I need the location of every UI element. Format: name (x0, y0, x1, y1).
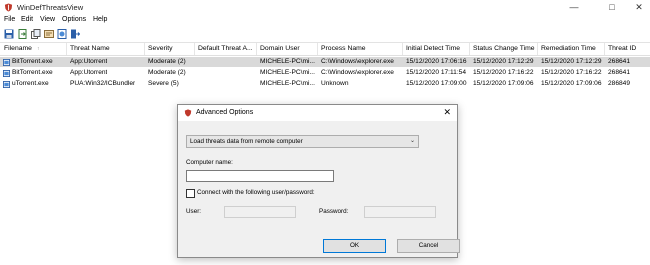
column-header-threat-name[interactable]: Threat Name (70, 45, 110, 52)
dialog-close-icon[interactable]: ✕ (443, 107, 451, 118)
cell-initial-detect-time: 15/12/2020 17:06:16 (406, 58, 467, 65)
menu-options[interactable]: Options (62, 16, 86, 23)
computer-name-label: Computer name: (186, 159, 233, 166)
password-label: Password: (319, 208, 349, 215)
maximize-button[interactable]: □ (597, 0, 627, 15)
connect-credentials-label: Connect with the following user/password… (197, 189, 315, 196)
cell-process-name: Unknown (321, 80, 349, 87)
app-shield-icon (4, 3, 13, 12)
column-header-process-name[interactable]: Process Name (321, 45, 366, 52)
advanced-options-dialog: Advanced Options ✕ Load threats data fro… (177, 104, 460, 258)
column-header-filename[interactable]: Filename (4, 45, 32, 52)
window-title: WinDefThreatsView (17, 3, 84, 12)
exit-icon[interactable] (70, 29, 80, 39)
table-header: Filename ↑ Threat Name Severity Default … (0, 43, 650, 56)
column-header-default-threat-action[interactable]: Default Threat A... (198, 45, 254, 52)
cell-threat-id: 268641 (608, 69, 631, 76)
cell-severity: Severe (5) (148, 80, 179, 87)
cell-threat-name: PUA:Win32/ICBundler (70, 80, 136, 87)
connect-credentials-checkbox[interactable] (186, 189, 195, 198)
menu-bar: File Edit View Options Help (0, 15, 650, 27)
html-report-icon[interactable] (57, 29, 67, 39)
table-row[interactable]: BitTorrent.exe App:Utorrent Moderate (2)… (0, 68, 650, 78)
cell-domain-user: MICHELE-PC\mi... (260, 69, 315, 76)
dialog-title: Advanced Options (196, 109, 254, 116)
cell-threat-id: 286849 (608, 80, 631, 87)
column-header-severity[interactable]: Severity (148, 45, 173, 52)
column-header-domain-user[interactable]: Domain User (260, 45, 300, 52)
menu-file[interactable]: File (4, 16, 15, 23)
window-titlebar: WinDefThreatsView — □ ✕ (0, 0, 650, 15)
cell-filename: BitTorrent.exe (12, 69, 53, 76)
menu-edit[interactable]: Edit (21, 16, 33, 23)
cell-severity: Moderate (2) (148, 58, 186, 65)
menu-view[interactable]: View (40, 16, 55, 23)
chevron-down-icon: ⌄ (409, 138, 415, 144)
save-icon[interactable] (4, 29, 14, 39)
dialog-body: Load threats data from remote computer ⌄… (178, 121, 460, 257)
dialog-app-icon (184, 109, 192, 117)
cell-process-name: C:\Windows\explorer.exe (321, 69, 394, 76)
cancel-button[interactable]: Cancel (397, 239, 460, 253)
file-icon (3, 69, 10, 77)
cell-filename: uTorrent.exe (12, 80, 49, 87)
column-header-status-change-time[interactable]: Status Change Time (473, 45, 535, 52)
export-icon[interactable] (18, 29, 28, 39)
load-source-dropdown[interactable]: Load threats data from remote computer ⌄ (186, 135, 419, 148)
column-header-initial-detect-time[interactable]: Initial Detect Time (406, 45, 460, 52)
ok-button[interactable]: OK (323, 239, 386, 253)
cell-remediation-time: 15/12/2020 17:12:29 (541, 58, 602, 65)
password-input[interactable] (364, 206, 436, 218)
cell-filename: BitTorrent.exe (12, 58, 53, 65)
cell-remediation-time: 15/12/2020 17:09:06 (541, 80, 602, 87)
cell-domain-user: MICHELE-PC\mi... (260, 80, 315, 87)
cell-status-change-time: 15/12/2020 17:16:22 (473, 69, 534, 76)
cell-threat-id: 268641 (608, 58, 631, 65)
column-header-threat-id[interactable]: Threat ID (608, 45, 636, 52)
menu-help[interactable]: Help (93, 16, 107, 23)
column-header-remediation-time[interactable]: Remediation Time (541, 45, 596, 52)
user-input[interactable] (224, 206, 296, 218)
cell-process-name: C:\Windows\explorer.exe (321, 58, 394, 65)
file-icon (3, 58, 10, 66)
cell-status-change-time: 15/12/2020 17:09:06 (473, 80, 534, 87)
file-icon (3, 80, 10, 88)
cell-threat-name: App:Utorrent (70, 58, 108, 65)
close-window-button[interactable]: ✕ (624, 0, 650, 15)
user-label: User: (186, 208, 202, 215)
dialog-titlebar: Advanced Options ✕ (178, 105, 457, 121)
minimize-button[interactable]: — (559, 0, 589, 15)
toolbar (0, 28, 650, 43)
cell-initial-detect-time: 15/12/2020 17:09:00 (406, 80, 467, 87)
cell-remediation-time: 15/12/2020 17:16:22 (541, 69, 602, 76)
table-row[interactable]: uTorrent.exe PUA:Win32/ICBundler Severe … (0, 79, 650, 89)
cell-threat-name: App:Utorrent (70, 69, 108, 76)
computer-name-input[interactable] (186, 170, 334, 182)
sort-arrow-icon: ↑ (37, 46, 40, 52)
table-row[interactable]: BitTorrent.exe App:Utorrent Moderate (2)… (0, 57, 650, 67)
cell-initial-detect-time: 15/12/2020 17:11:54 (406, 69, 467, 76)
copy-icon[interactable] (31, 29, 41, 39)
cell-status-change-time: 15/12/2020 17:12:29 (473, 58, 534, 65)
dropdown-selected-value: Load threats data from remote computer (190, 138, 303, 145)
properties-icon[interactable] (44, 29, 54, 39)
cell-domain-user: MICHELE-PC\mi... (260, 58, 315, 65)
cell-severity: Moderate (2) (148, 69, 186, 76)
